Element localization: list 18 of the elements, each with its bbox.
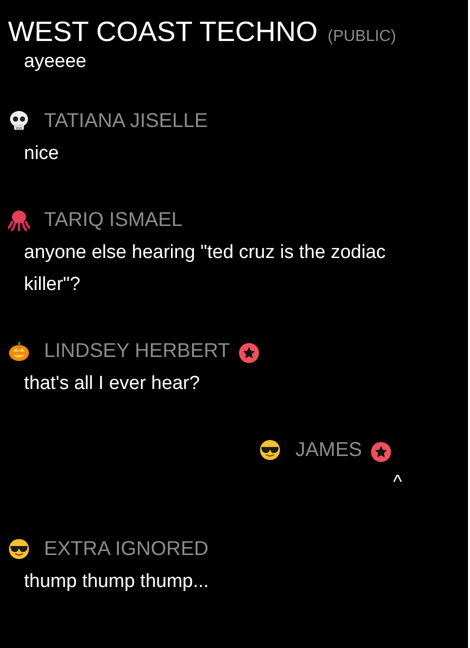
message-text: that's all I ever hear? xyxy=(23,372,201,396)
sender-name: EXTRA IGNORED xyxy=(44,538,208,560)
octopus-icon xyxy=(8,209,30,231)
channel-visibility: (PUBLIC) xyxy=(328,28,396,46)
sunglasses-smiley-icon xyxy=(259,439,282,461)
message-text: ayeeee xyxy=(23,50,88,74)
sender-name: JAMES xyxy=(295,438,362,462)
channel-title: WEST COAST TECHNO xyxy=(8,17,318,47)
message-text: anyone else hearing "ted cruz is the zodiac killer"? xyxy=(23,241,386,297)
sender-name: TARIQ ISMAEL xyxy=(44,208,183,232)
skull-icon xyxy=(8,110,30,132)
pumpkin-icon xyxy=(8,340,30,362)
sender-name: TATIANA JISELLE xyxy=(44,110,208,132)
message-text: thump thump thump... xyxy=(23,570,210,594)
sender-name: LINDSEY HERBERT xyxy=(44,340,230,362)
message-text: nice xyxy=(23,142,60,166)
sunglasses-smiley-icon xyxy=(8,538,30,560)
message-text: ^ xyxy=(393,471,402,495)
